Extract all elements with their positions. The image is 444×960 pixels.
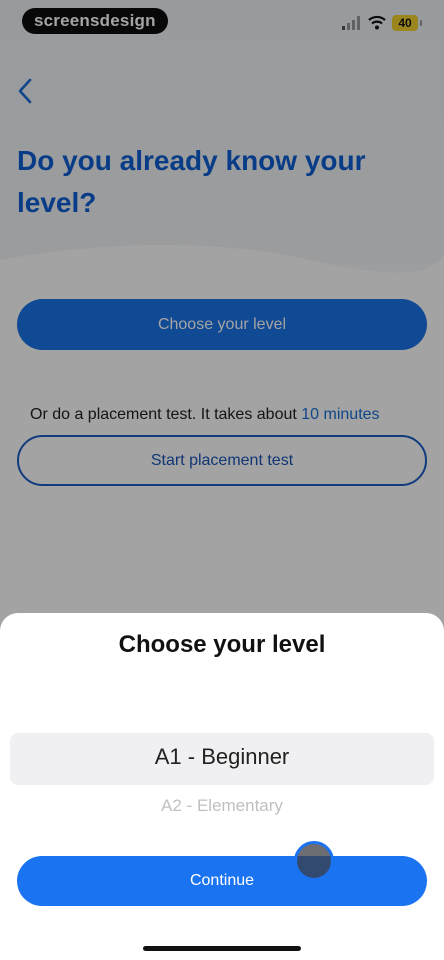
- level-picker[interactable]: A1 - Beginner A2 - Elementary: [0, 683, 444, 833]
- level-picker-sheet: Choose your level A1 - Beginner A2 - Ele…: [0, 613, 444, 960]
- picker-option-a1[interactable]: A1 - Beginner: [0, 744, 444, 770]
- sheet-title: Choose your level: [118, 631, 326, 658]
- touch-indicator: [294, 841, 334, 881]
- home-indicator[interactable]: [143, 946, 301, 951]
- continue-button[interactable]: Continue: [17, 856, 427, 906]
- picker-option-a2[interactable]: A2 - Elementary: [0, 796, 444, 816]
